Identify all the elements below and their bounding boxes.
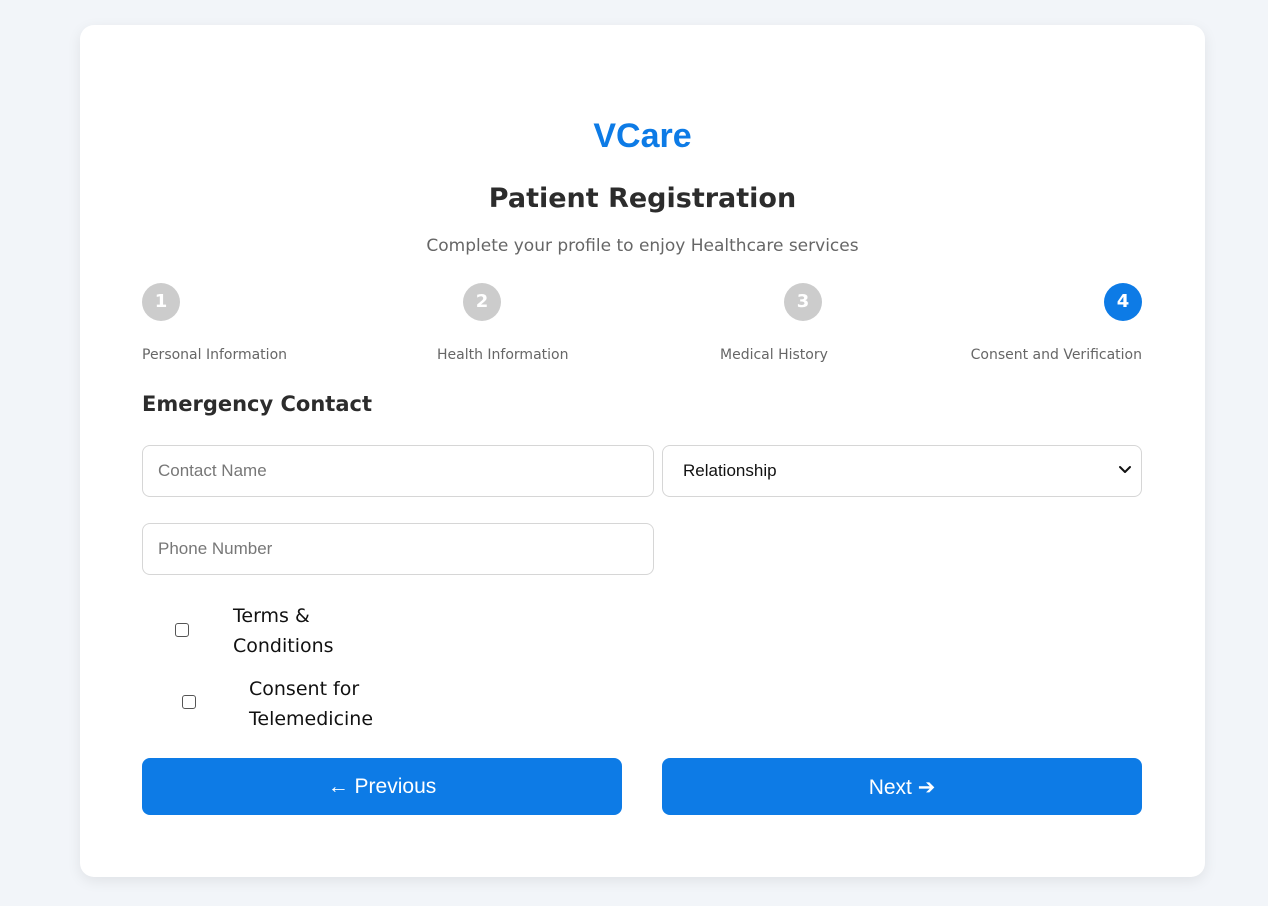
section-title: Emergency Contact bbox=[142, 392, 372, 416]
next-button[interactable]: Next ➔ bbox=[662, 758, 1142, 815]
chevron-down-icon bbox=[1119, 466, 1131, 473]
terms-checkbox[interactable] bbox=[175, 623, 189, 637]
previous-button[interactable]: ← Previous bbox=[142, 758, 622, 815]
step-2-label: Health Information bbox=[437, 347, 569, 363]
terms-label-line-2: Conditions bbox=[233, 635, 334, 657]
brand-logo: VCare bbox=[593, 117, 692, 155]
step-4-label: Consent and Verification bbox=[970, 347, 1142, 363]
telemedicine-consent-checkbox[interactable] bbox=[182, 695, 196, 709]
relationship-select-value: Relationship bbox=[683, 461, 777, 480]
telemedicine-consent-label[interactable]: Consent for Telemedicine bbox=[249, 674, 373, 734]
contact-name-input[interactable] bbox=[142, 445, 654, 497]
consent-label-line-1: Consent for bbox=[249, 678, 360, 700]
terms-label-line-1: Terms & bbox=[233, 605, 310, 627]
page-subtitle: Complete your profile to enjoy Healthcar… bbox=[426, 236, 859, 256]
registration-card: VCare Patient Registration Complete your… bbox=[80, 25, 1205, 877]
step-4-indicator: 4 bbox=[1104, 283, 1142, 321]
step-2-indicator: 2 bbox=[463, 283, 501, 321]
page-title: Patient Registration bbox=[488, 183, 797, 214]
terms-label[interactable]: Terms & Conditions bbox=[233, 601, 334, 661]
consent-label-line-2: Telemedicine bbox=[249, 708, 374, 730]
phone-number-input[interactable] bbox=[142, 523, 654, 575]
step-3-indicator: 3 bbox=[784, 283, 822, 321]
relationship-select[interactable]: Relationship bbox=[662, 445, 1142, 497]
step-3-label: Medical History bbox=[720, 347, 828, 363]
step-1-label: Personal Information bbox=[142, 347, 288, 363]
step-1-indicator: 1 bbox=[142, 283, 180, 321]
